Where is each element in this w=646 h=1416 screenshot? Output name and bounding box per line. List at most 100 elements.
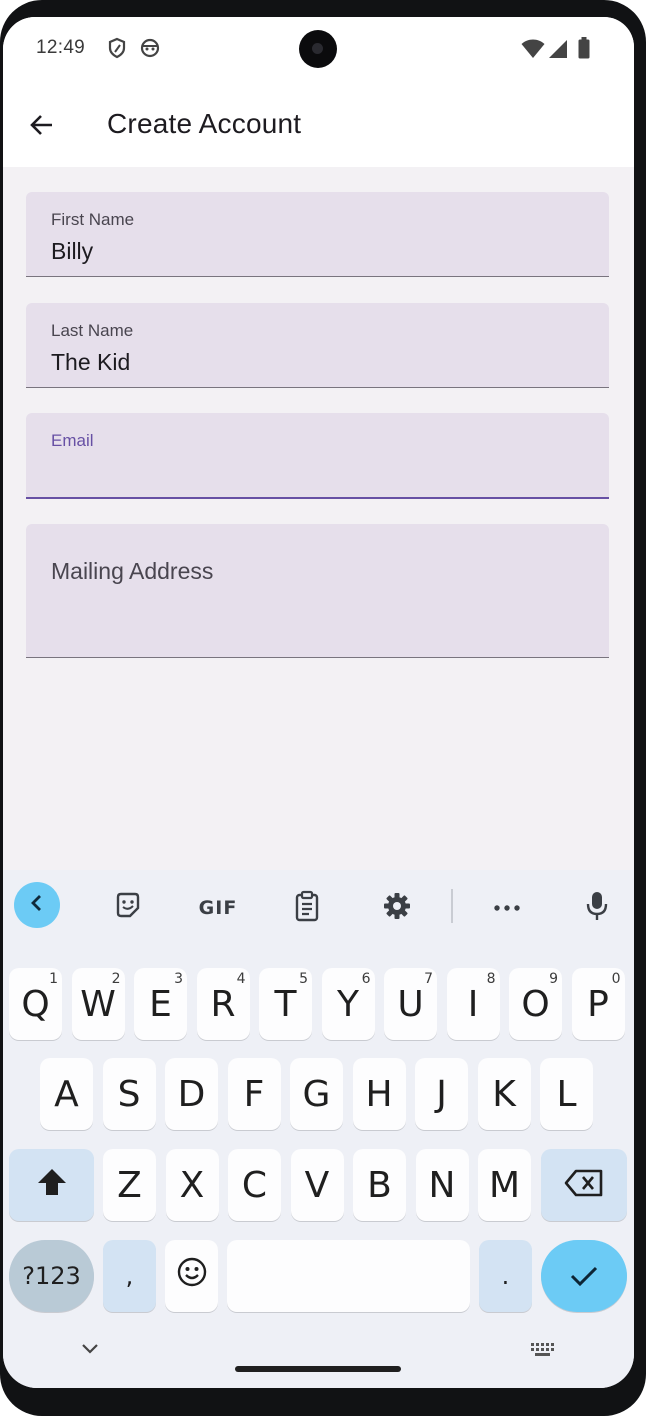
toolbar-divider (451, 889, 453, 923)
key-label: U (397, 983, 424, 1025)
key-e[interactable]: E3 (134, 968, 187, 1040)
first-name-value: Billy (51, 238, 94, 264)
clipboard-button[interactable] (285, 886, 329, 930)
key-d[interactable]: D (165, 1058, 218, 1130)
voice-input-button[interactable] (575, 886, 619, 930)
key-hint: 9 (549, 971, 558, 987)
more-options-button[interactable] (485, 886, 529, 930)
keyboard-toolbar: GIF (3, 870, 634, 950)
backspace-icon (564, 1165, 604, 1206)
key-l[interactable]: L (540, 1058, 593, 1130)
arrow-left-icon (27, 111, 55, 144)
page-title: Create Account (107, 108, 302, 139)
sticker-button[interactable] (106, 886, 150, 930)
shift-key[interactable] (9, 1149, 94, 1221)
more-horizontal-icon (493, 899, 521, 917)
keyboard-switch-button[interactable] (529, 1340, 559, 1362)
key-r[interactable]: R4 (196, 968, 250, 1040)
key-v[interactable]: V (290, 1149, 344, 1221)
wifi-icon (521, 39, 545, 64)
battery-icon (578, 37, 590, 64)
emoji-key[interactable] (165, 1240, 218, 1312)
home-gesture-pill[interactable] (235, 1366, 401, 1372)
chevron-down-icon (81, 1342, 99, 1360)
key-hint: 2 (111, 971, 121, 987)
key-label: O (521, 983, 550, 1025)
email-field[interactable]: Email (26, 413, 609, 499)
keyboard-icon (529, 1343, 557, 1364)
front-camera (299, 30, 337, 68)
key-hint: 8 (486, 971, 496, 987)
shield-icon (107, 37, 127, 64)
key-label: Y (337, 983, 359, 1025)
keyboard-collapse-button[interactable] (14, 882, 60, 928)
phone-frame: 12:49 Create Account First Name Billy La… (0, 0, 646, 1416)
key-hint: 6 (361, 971, 371, 987)
symbols-key[interactable]: ?123 (9, 1240, 94, 1312)
key-label: R (210, 983, 236, 1025)
clipboard-icon (293, 890, 321, 927)
key-n[interactable]: N (415, 1149, 469, 1221)
status-time: 12:49 (36, 37, 86, 58)
key-m[interactable]: M (478, 1149, 531, 1221)
key-hint: 0 (611, 971, 621, 987)
chevron-left-icon (28, 893, 46, 918)
key-z[interactable]: Z (103, 1149, 156, 1221)
key-k[interactable]: K (477, 1058, 531, 1130)
key-q[interactable]: Q1 (9, 968, 62, 1040)
hide-keyboard-button[interactable] (77, 1338, 103, 1364)
last-name-label: Last Name (51, 321, 134, 340)
enter-key[interactable] (541, 1240, 627, 1312)
sticker-icon (113, 891, 143, 926)
mailing-address-field[interactable]: Mailing Address (26, 524, 609, 658)
gear-icon (382, 891, 412, 926)
check-icon (569, 1256, 599, 1297)
key-b[interactable]: B (353, 1149, 406, 1221)
key-hint: 4 (236, 971, 246, 987)
key-x[interactable]: X (165, 1149, 219, 1221)
key-t[interactable]: T5 (259, 968, 312, 1040)
shift-icon (36, 1165, 68, 1206)
mailing-address-placeholder: Mailing Address (51, 558, 214, 584)
key-f[interactable]: F (227, 1058, 281, 1130)
last-name-field[interactable]: Last Name The Kid (26, 303, 609, 388)
key-w[interactable]: W2 (71, 968, 125, 1040)
space-bar[interactable] (227, 1240, 470, 1312)
key-hint: 3 (174, 971, 183, 987)
key-u[interactable]: U7 (384, 968, 437, 1040)
key-label: W (80, 983, 116, 1025)
key-g[interactable]: G (290, 1058, 343, 1130)
key-c[interactable]: C (228, 1149, 281, 1221)
app-bar: Create Account (3, 83, 634, 167)
first-name-field[interactable]: First Name Billy (26, 192, 609, 277)
key-y[interactable]: Y6 (321, 968, 375, 1040)
key-o[interactable]: O9 (509, 968, 562, 1040)
comma-key[interactable]: , (103, 1240, 156, 1312)
key-a[interactable]: A (40, 1058, 93, 1130)
first-name-label: First Name (51, 210, 135, 229)
back-button[interactable] (19, 105, 63, 149)
soft-keyboard: G I F Q 1 W 2 E 3 R 4 T 5 Y 6 U 7 I 8 O 9 … (3, 870, 634, 1388)
key-label: Q (21, 983, 50, 1025)
key-s[interactable]: S (102, 1058, 156, 1130)
navigation-bar (3, 1318, 634, 1388)
android-face-icon (139, 37, 161, 64)
key-p[interactable]: P0 (571, 968, 625, 1040)
key-j[interactable]: J (415, 1058, 468, 1130)
key-label: P (587, 983, 609, 1025)
gif-button[interactable]: GIF (193, 886, 243, 930)
screen: 12:49 Create Account First Name Billy La… (3, 17, 634, 1388)
key-hint: 7 (424, 971, 433, 987)
cell-signal-icon (548, 39, 568, 64)
key-hint: 1 (49, 971, 58, 987)
backspace-key[interactable] (541, 1149, 627, 1221)
status-bar: 12:49 (3, 17, 634, 83)
settings-button[interactable] (375, 886, 419, 930)
key-h[interactable]: H (352, 1058, 406, 1130)
key-label: I (467, 983, 479, 1025)
microphone-icon (585, 890, 609, 927)
period-key[interactable]: . (479, 1240, 532, 1312)
key-hint: 5 (299, 971, 308, 987)
smiley-icon (176, 1256, 208, 1297)
key-i[interactable]: I8 (446, 968, 500, 1040)
